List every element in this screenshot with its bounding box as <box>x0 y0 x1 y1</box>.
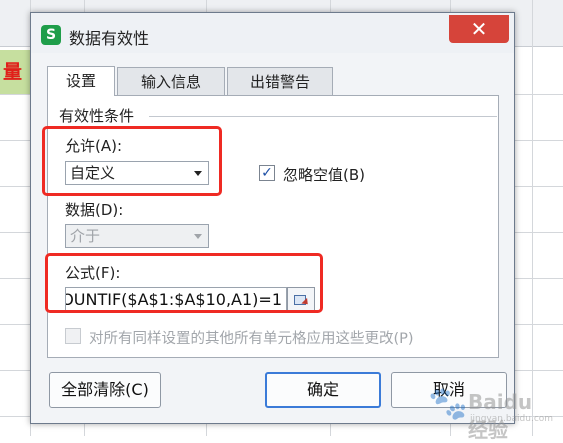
chevron-down-icon <box>194 234 202 239</box>
ok-button[interactable]: 确定 <box>265 372 381 408</box>
wps-app-icon: S <box>41 25 61 45</box>
close-icon[interactable]: ✕ <box>449 15 509 43</box>
apply-all-label: 对所有同样设置的其他所有单元格应用这些更改(P) <box>89 331 414 347</box>
highlight-formula <box>45 253 323 313</box>
tab-settings[interactable]: 设置 <box>47 66 115 96</box>
sheet-cell-header[interactable]: 量 <box>0 50 30 94</box>
data-validation-dialog: S 数据有效性 ✕ 设置 输入信息 出错警告 有效性条件 允许(A): 自定义 … <box>30 12 515 424</box>
apply-all-checkbox[interactable] <box>65 328 81 344</box>
clear-all-button[interactable]: 全部清除(C) <box>49 372 161 408</box>
dialog-title: 数据有效性 <box>69 29 150 48</box>
group-title-validation-criteria: 有效性条件 <box>59 107 135 125</box>
highlight-allow <box>42 126 222 196</box>
dialog-titlebar[interactable]: S 数据有效性 ✕ <box>31 13 514 53</box>
group-divider <box>149 116 497 117</box>
data-select-value: 介于 <box>70 227 101 245</box>
tab-input-message[interactable]: 输入信息 <box>117 67 225 95</box>
tab-error-alert[interactable]: 出错警告 <box>227 67 333 95</box>
baidu-paw-icon: 🐾 <box>428 384 468 422</box>
data-select[interactable]: 介于 <box>65 224 209 248</box>
baidu-watermark: 🐾 Baidu 经验 jingyan.baidu.com <box>428 380 558 442</box>
watermark-subtext: jingyan.baidu.com <box>470 414 554 424</box>
ignore-blank-label: 忽略空值(B) <box>283 166 365 184</box>
data-label: 数据(D): <box>65 201 124 219</box>
ignore-blank-checkbox[interactable]: ✓ <box>259 165 275 181</box>
